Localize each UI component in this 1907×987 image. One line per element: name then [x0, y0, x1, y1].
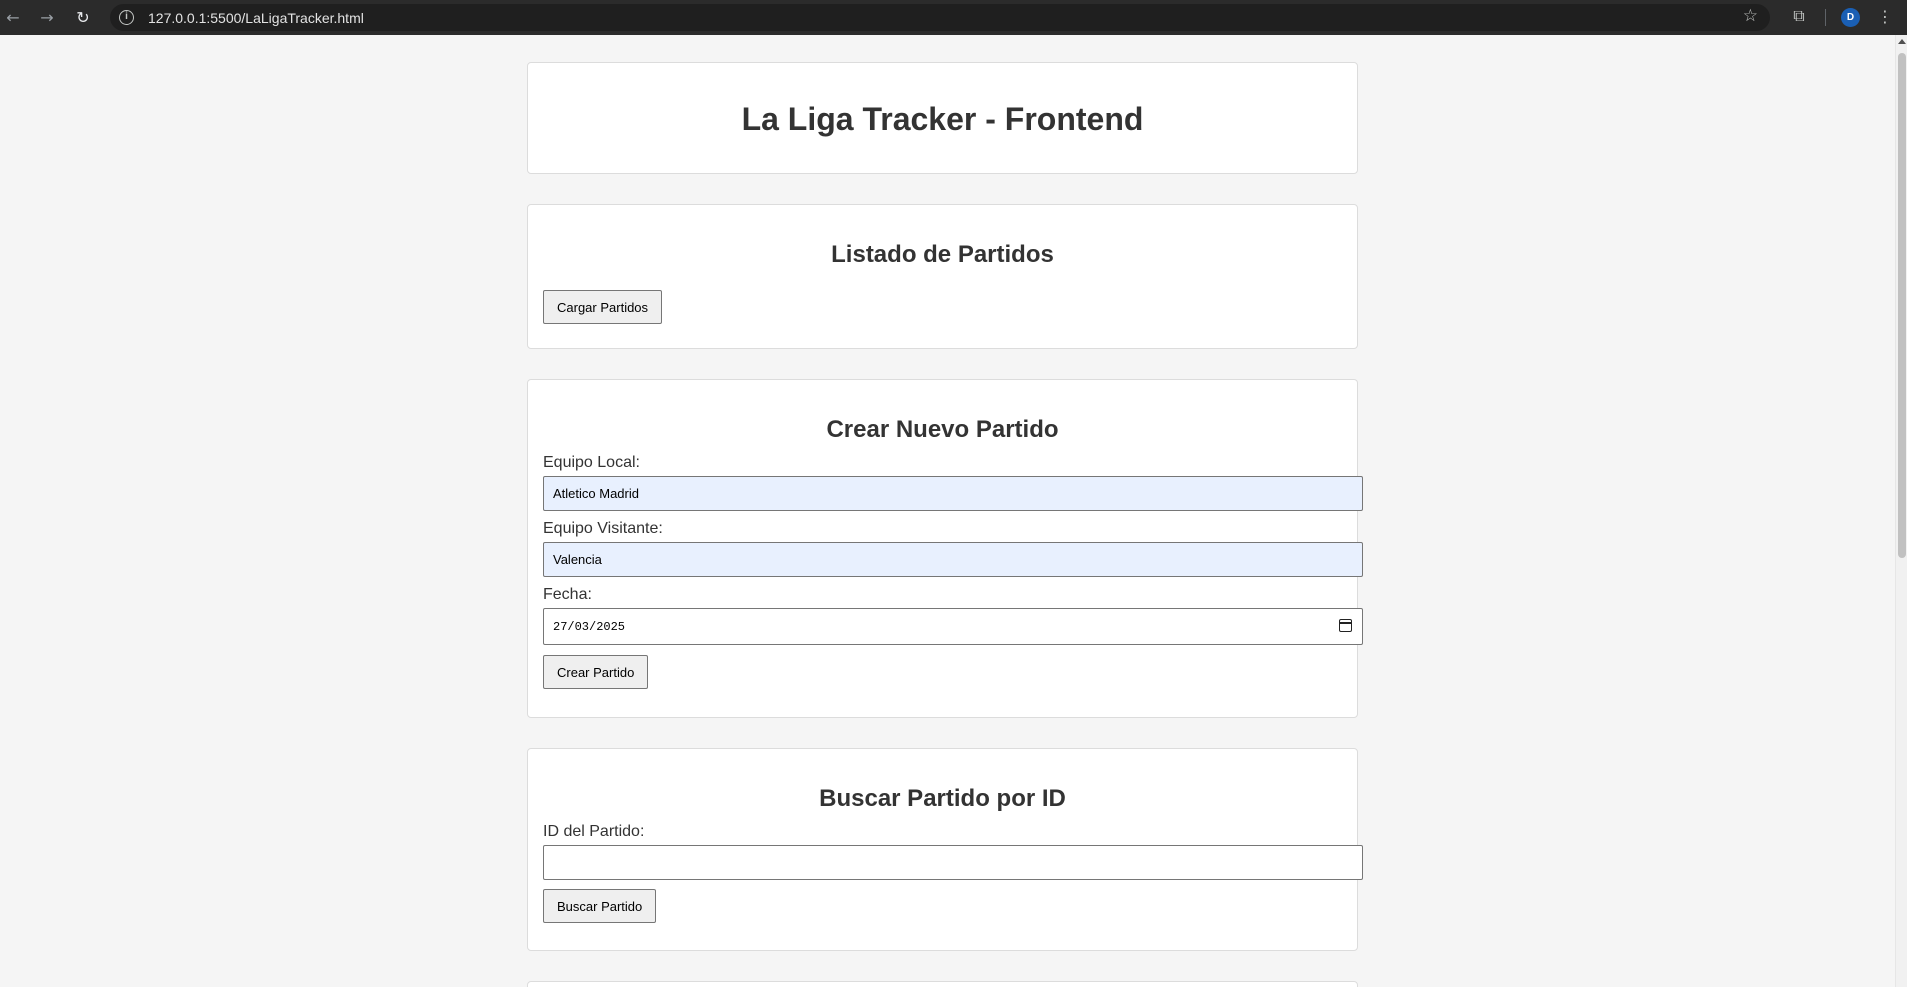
search-section-title: Buscar Partido por ID — [819, 785, 1066, 812]
date-input[interactable] — [543, 608, 1363, 645]
scroll-up-arrow-icon[interactable] — [1898, 39, 1906, 44]
away-team-input[interactable] — [543, 542, 1363, 577]
calendar-icon[interactable] — [1339, 619, 1352, 632]
toolbar-divider — [1825, 9, 1826, 26]
bookmark-star-icon[interactable]: ☆ — [1743, 6, 1758, 26]
address-bar[interactable]: i 127.0.0.1:5500/LaLigaTracker.html ☆ — [110, 4, 1770, 31]
back-icon[interactable]: ← — [1, 6, 25, 30]
create-match-card: Crear Nuevo Partido Equipo Local: Equipo… — [527, 379, 1363, 718]
search-match-card: Buscar Partido por ID ID del Partido: Bu… — [527, 748, 1363, 951]
search-match-button[interactable]: Buscar Partido — [543, 889, 657, 923]
page-title: La Liga Tracker - Frontend — [741, 101, 1144, 137]
match-id-input[interactable] — [543, 845, 1363, 880]
reload-icon[interactable]: ↻ — [71, 6, 95, 30]
extensions-icon[interactable]: ⧉ — [1788, 5, 1810, 27]
forward-icon[interactable]: → — [35, 6, 59, 30]
date-label: Fecha: — [543, 586, 592, 603]
home-team-label: Equipo Local: — [543, 454, 640, 471]
page-scrollbar[interactable] — [1895, 35, 1907, 987]
create-match-button[interactable]: Crear Partido — [543, 655, 649, 689]
browser-toolbar: ← → ↻ i 127.0.0.1:5500/LaLigaTracker.htm… — [0, 0, 1907, 35]
browser-menu-icon[interactable]: ⋮ — [1877, 5, 1893, 29]
away-team-label: Equipo Visitante: — [543, 520, 663, 537]
load-matches-button[interactable]: Cargar Partidos — [543, 290, 663, 324]
header-card: La Liga Tracker - Frontend — [527, 62, 1358, 174]
match-id-label: ID del Partido: — [543, 823, 645, 840]
profile-avatar[interactable]: D — [1841, 8, 1860, 27]
create-section-title: Crear Nuevo Partido — [826, 416, 1059, 443]
list-section-title: Listado de Partidos — [831, 241, 1054, 268]
scrollbar-thumb[interactable] — [1898, 53, 1906, 558]
site-info-icon[interactable]: i — [119, 10, 134, 25]
list-matches-card: Listado de Partidos Cargar Partidos — [527, 204, 1358, 349]
url-text[interactable]: 127.0.0.1:5500/LaLigaTracker.html — [148, 10, 364, 26]
page-container: La Liga Tracker - Frontend Listado de Pa… — [527, 35, 1363, 987]
home-team-input[interactable] — [543, 476, 1363, 511]
next-card-partial — [527, 981, 1358, 987]
date-field-wrapper — [543, 608, 1363, 645]
